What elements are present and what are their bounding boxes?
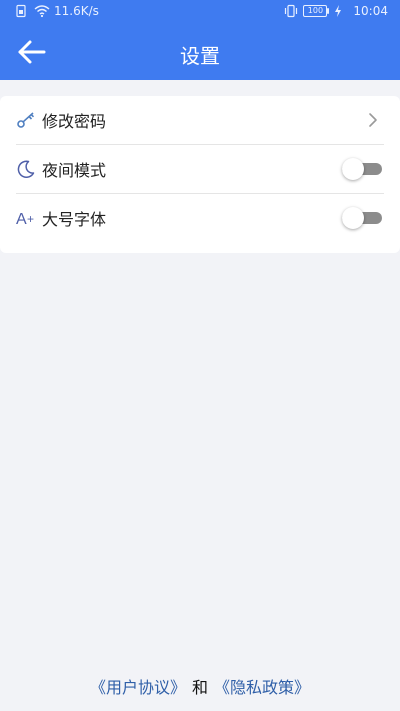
footer-links: 《用户协议》和《隐私政策》 [0, 674, 400, 698]
settings-item-change-password[interactable]: 修改密码 [0, 96, 400, 144]
toggle-thumb [342, 158, 364, 180]
vibrate-icon [283, 4, 298, 18]
battery-icon: 100 [303, 5, 330, 17]
footer-conjunction: 和 [191, 678, 208, 697]
settings-item-night-mode[interactable]: 夜间模式 [0, 145, 400, 193]
settings-item-label: 夜间模式 [42, 161, 107, 180]
wifi-icon [34, 4, 50, 18]
page-title: 设置 [180, 44, 220, 68]
settings-item-label: 大号字体 [42, 210, 107, 229]
font-size-icon: A + [16, 208, 36, 228]
settings-item-large-font[interactable]: A + 大号字体 [0, 194, 400, 242]
toggle-thumb [342, 207, 364, 229]
user-agreement-link[interactable]: 《用户协议》 [90, 678, 186, 697]
privacy-policy-link[interactable]: 《隐私政策》 [214, 678, 310, 697]
settings-item-label: 修改密码 [42, 112, 107, 131]
settings-card: 修改密码 夜间模式 A + 大号字体 [0, 96, 400, 253]
large-font-toggle[interactable] [342, 206, 382, 230]
clock: 10:04 [353, 4, 388, 18]
sim-icon [14, 4, 28, 18]
moon-icon [16, 159, 36, 179]
app-bar: 11.6K/s 100 10:04 设置 [0, 0, 400, 80]
chevron-right-icon [364, 110, 382, 130]
svg-text:+: + [27, 212, 34, 226]
svg-text:A: A [16, 211, 27, 228]
key-icon [16, 110, 36, 130]
status-bar: 11.6K/s 100 10:04 [0, 0, 400, 24]
charging-icon [333, 4, 347, 18]
status-left: 11.6K/s [14, 4, 99, 18]
network-speed: 11.6K/s [54, 4, 99, 18]
night-mode-toggle[interactable] [342, 157, 382, 181]
status-right: 100 10:04 [283, 4, 388, 18]
